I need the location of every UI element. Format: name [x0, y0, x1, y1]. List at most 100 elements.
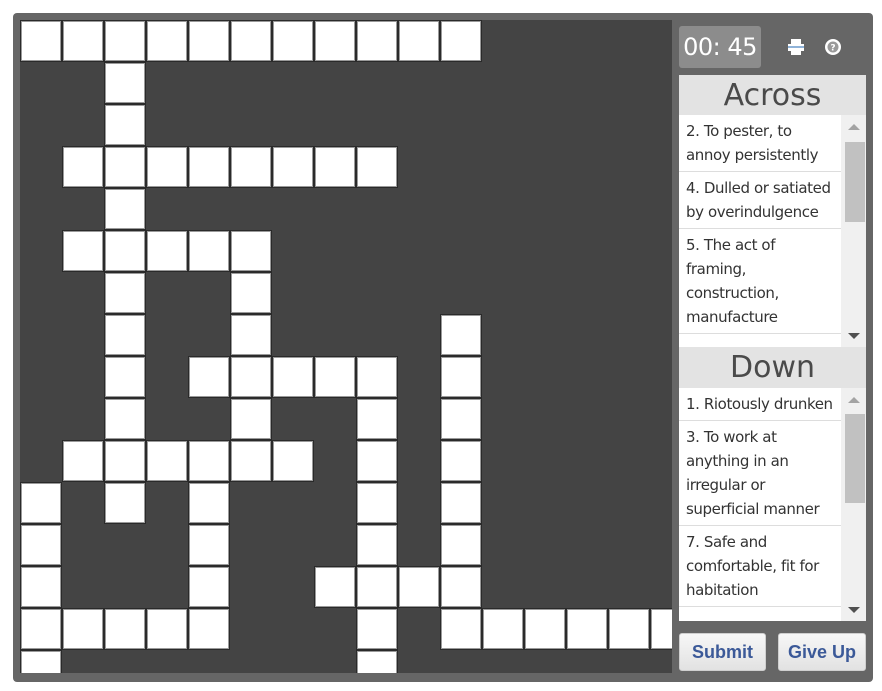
help-icon[interactable]: ? — [822, 36, 844, 58]
grid-cell[interactable] — [104, 314, 146, 356]
grid-cell[interactable] — [398, 566, 440, 608]
scroll-down-icon[interactable] — [848, 333, 860, 339]
grid-cell[interactable] — [230, 314, 272, 356]
grid-cell[interactable] — [188, 230, 230, 272]
grid-cell[interactable] — [20, 482, 62, 524]
grid-cell[interactable] — [20, 524, 62, 566]
grid-cell[interactable] — [440, 440, 482, 482]
grid-cell[interactable] — [188, 608, 230, 650]
grid-cell[interactable] — [104, 188, 146, 230]
grid-cell[interactable] — [62, 146, 104, 188]
grid-cell[interactable] — [440, 314, 482, 356]
grid-cell[interactable] — [272, 146, 314, 188]
across-clue[interactable]: 4. Dulled or satiated by overindulgence — [679, 172, 841, 229]
grid-cell[interactable] — [104, 20, 146, 62]
grid-cell[interactable] — [146, 20, 188, 62]
grid-cell[interactable] — [104, 146, 146, 188]
across-clue[interactable]: 2. To pester, to annoy persistently — [679, 115, 841, 172]
grid-cell[interactable] — [230, 146, 272, 188]
submit-button[interactable]: Submit — [679, 633, 766, 671]
grid-cell[interactable] — [356, 566, 398, 608]
down-clue[interactable]: 1. Riotously drunken — [679, 388, 841, 421]
grid-cell[interactable] — [356, 356, 398, 398]
grid-cell[interactable] — [230, 230, 272, 272]
grid-cell[interactable] — [356, 20, 398, 62]
grid-cell[interactable] — [104, 230, 146, 272]
grid-cell[interactable] — [188, 524, 230, 566]
grid-cell[interactable] — [230, 398, 272, 440]
grid-cell[interactable] — [104, 608, 146, 650]
grid-cell[interactable] — [104, 272, 146, 314]
grid-cell[interactable] — [146, 440, 188, 482]
svg-text:?: ? — [830, 44, 835, 54]
grid-cell[interactable] — [440, 608, 482, 650]
grid-cell[interactable] — [104, 104, 146, 146]
grid-cell[interactable] — [230, 356, 272, 398]
grid-cell[interactable] — [356, 608, 398, 650]
grid-cell[interactable] — [230, 20, 272, 62]
grid-cell[interactable] — [440, 398, 482, 440]
grid-cell[interactable] — [104, 482, 146, 524]
grid-cell[interactable] — [356, 440, 398, 482]
grid-cell[interactable] — [188, 440, 230, 482]
grid-cell[interactable] — [188, 20, 230, 62]
grid-cell[interactable] — [230, 272, 272, 314]
grid-cell[interactable] — [314, 146, 356, 188]
grid-cell[interactable] — [62, 230, 104, 272]
grid-cell[interactable] — [104, 440, 146, 482]
grid-cell[interactable] — [482, 608, 524, 650]
grid-cell[interactable] — [356, 524, 398, 566]
grid-cell[interactable] — [146, 146, 188, 188]
grid-cell[interactable] — [104, 356, 146, 398]
grid-cell[interactable] — [314, 566, 356, 608]
grid-cell[interactable] — [62, 440, 104, 482]
grid-cell[interactable] — [104, 398, 146, 440]
grid-cell[interactable] — [272, 20, 314, 62]
grid-cell[interactable] — [20, 608, 62, 650]
grid-cell[interactable] — [146, 608, 188, 650]
scroll-up-icon[interactable] — [848, 124, 860, 130]
down-clue[interactable]: 3. To work at anything in an irregular o… — [679, 421, 841, 526]
grid-cell[interactable] — [272, 440, 314, 482]
grid-cell[interactable] — [356, 650, 398, 673]
grid-cell[interactable] — [356, 482, 398, 524]
grid-cell[interactable] — [20, 20, 62, 62]
give-up-button[interactable]: Give Up — [778, 633, 866, 671]
grid-cell[interactable] — [566, 608, 608, 650]
down-scrollbar[interactable] — [842, 388, 866, 621]
grid-cell[interactable] — [230, 440, 272, 482]
grid-cell[interactable] — [440, 524, 482, 566]
grid-cell[interactable] — [440, 20, 482, 62]
grid-cell[interactable] — [650, 608, 672, 650]
grid-cell[interactable] — [62, 20, 104, 62]
scroll-thumb[interactable] — [845, 414, 865, 503]
grid-cell[interactable] — [62, 608, 104, 650]
grid-cell[interactable] — [188, 566, 230, 608]
grid-cell[interactable] — [398, 20, 440, 62]
scroll-thumb[interactable] — [845, 142, 865, 222]
across-scrollbar[interactable] — [842, 115, 866, 347]
grid-cell[interactable] — [188, 146, 230, 188]
grid-cell[interactable] — [20, 566, 62, 608]
grid-cell[interactable] — [314, 20, 356, 62]
grid-cell[interactable] — [440, 356, 482, 398]
grid-cell[interactable] — [188, 356, 230, 398]
grid-cell[interactable] — [608, 608, 650, 650]
down-clue[interactable]: 7. Safe and comfortable, fit for habitat… — [679, 526, 841, 607]
grid-cell[interactable] — [440, 482, 482, 524]
grid-cell[interactable] — [146, 230, 188, 272]
down-clue-list: 1. Riotously drunken 3. To work at anyth… — [679, 388, 841, 621]
grid-cell[interactable] — [272, 356, 314, 398]
scroll-up-icon[interactable] — [848, 397, 860, 403]
print-icon[interactable] — [785, 36, 807, 58]
grid-cell[interactable] — [356, 146, 398, 188]
grid-cell[interactable] — [524, 608, 566, 650]
grid-cell[interactable] — [20, 650, 62, 673]
grid-cell[interactable] — [104, 62, 146, 104]
grid-cell[interactable] — [188, 482, 230, 524]
grid-cell[interactable] — [356, 398, 398, 440]
across-clue[interactable]: 5. The act of framing, construction, man… — [679, 229, 841, 334]
scroll-down-icon[interactable] — [848, 607, 860, 613]
grid-cell[interactable] — [314, 356, 356, 398]
grid-cell[interactable] — [440, 566, 482, 608]
